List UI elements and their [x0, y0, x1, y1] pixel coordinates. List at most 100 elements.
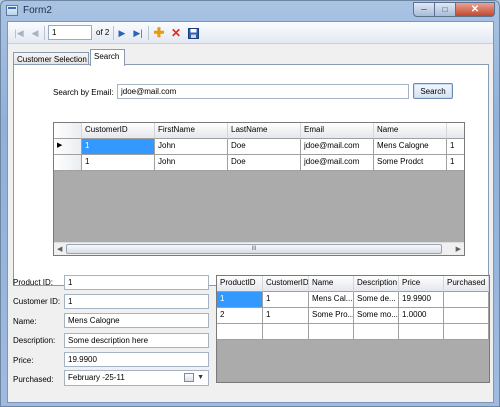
window-title: Form2 — [23, 5, 52, 16]
table-cell[interactable] — [217, 324, 263, 340]
table-row[interactable]: 2 1 Some Pro... Some mo... 1.0000 — [217, 308, 489, 324]
row-header[interactable]: ▶ — [54, 139, 82, 155]
minimize-button[interactable]: ─ — [413, 2, 435, 17]
new-row[interactable] — [217, 324, 489, 340]
table-cell[interactable] — [399, 324, 444, 340]
row-header-corner[interactable] — [54, 123, 82, 139]
table-cell[interactable]: Some mo... — [354, 308, 399, 324]
column-header[interactable]: Description — [354, 276, 399, 292]
table-cell[interactable] — [309, 324, 354, 340]
delete-button[interactable]: ✕ — [170, 26, 182, 40]
table-row[interactable]: 1 John Doe jdoe@mail.com Some Prodct 1 — [54, 155, 464, 171]
toolbar-separator — [148, 26, 149, 40]
save-button[interactable] — [187, 26, 199, 40]
column-header[interactable]: LastName — [228, 123, 301, 139]
table-cell[interactable] — [444, 324, 489, 340]
search-button[interactable]: Search — [413, 83, 453, 99]
column-header[interactable]: Name — [374, 123, 447, 139]
table-cell[interactable]: Mens Cal... — [309, 292, 354, 308]
calendar-icon[interactable] — [184, 373, 194, 382]
grid-header-row: CustomerID FirstName LastName Email Name — [54, 123, 464, 139]
product-id-field[interactable]: 1 — [64, 275, 209, 290]
horizontal-scrollbar[interactable]: ◀ III ▶ — [54, 242, 464, 255]
binding-navigator: |◀ ◀ 1 of 2 ▶ ▶| ✚ ✕ — [8, 22, 493, 44]
table-cell[interactable]: John — [155, 155, 228, 171]
description-label: Description: — [13, 336, 56, 345]
move-last-button[interactable]: ▶| — [132, 26, 144, 40]
table-cell[interactable]: 1 — [263, 292, 309, 308]
table-cell[interactable]: 1 — [217, 292, 263, 308]
table-cell[interactable]: 1.0000 — [399, 308, 444, 324]
current-row-icon: ▶ — [57, 142, 63, 149]
column-header[interactable]: ProductID — [217, 276, 263, 292]
table-cell[interactable]: 19.9900 — [399, 292, 444, 308]
product-id-label: Product ID: — [13, 278, 54, 287]
customer-id-label: Customer ID: — [13, 297, 61, 306]
maximize-button[interactable]: □ — [434, 2, 456, 17]
table-cell[interactable] — [354, 324, 399, 340]
column-header[interactable]: Purchased — [444, 276, 489, 292]
scroll-thumb[interactable]: III — [66, 244, 442, 254]
table-cell[interactable]: 1 — [82, 155, 155, 171]
table-row[interactable]: ▶ 1 John Doe jdoe@mail.com Mens Calogne … — [54, 139, 464, 155]
table-cell[interactable]: 2 — [217, 308, 263, 324]
table-cell[interactable] — [444, 308, 489, 324]
move-first-icon: |◀ — [14, 27, 24, 38]
name-field[interactable]: Mens Calogne — [64, 313, 209, 328]
add-new-button[interactable]: ✚ — [153, 25, 165, 40]
search-by-email-label: Search by Email: — [53, 88, 114, 97]
column-header[interactable]: Email — [301, 123, 374, 139]
price-field[interactable]: 19.9900 — [64, 352, 209, 367]
form-client-area: |◀ ◀ 1 of 2 ▶ ▶| ✚ ✕ Customer Selection … — [7, 21, 494, 403]
table-cell[interactable]: 1 — [447, 139, 464, 155]
count-label: of 2 — [96, 28, 110, 37]
table-row[interactable]: 1 1 Mens Cal... Some de... 19.9900 — [217, 292, 489, 308]
form-window: Form2 ─ □ ✕ |◀ ◀ 1 of 2 ▶ ▶| ✚ ✕ Custome… — [0, 0, 500, 407]
search-email-input[interactable]: jdoe@mail.com — [117, 84, 409, 99]
move-previous-button[interactable]: ◀ — [30, 26, 40, 40]
table-cell[interactable]: Some de... — [354, 292, 399, 308]
move-last-icon: ▶| — [133, 27, 143, 38]
column-header[interactable]: CustomerID — [82, 123, 155, 139]
close-icon: ✕ — [470, 4, 480, 15]
table-cell[interactable]: 1 — [263, 308, 309, 324]
table-cell[interactable] — [263, 324, 309, 340]
table-cell[interactable]: John — [155, 139, 228, 155]
grid-header-row: ProductID CustomerID Name Description Pr… — [217, 276, 489, 292]
row-header[interactable] — [54, 155, 82, 171]
table-cell[interactable]: jdoe@mail.com — [301, 155, 374, 171]
purchased-date-picker[interactable]: February -25-11 ▼ — [64, 370, 209, 386]
close-button[interactable]: ✕ — [455, 2, 495, 17]
table-cell[interactable]: Doe — [228, 155, 301, 171]
table-cell[interactable]: jdoe@mail.com — [301, 139, 374, 155]
table-cell[interactable]: 1 — [82, 139, 155, 155]
column-header[interactable]: CustomerID — [263, 276, 309, 292]
table-cell[interactable]: 1 — [447, 155, 464, 171]
table-cell[interactable] — [444, 292, 489, 308]
toolbar-separator — [44, 26, 45, 40]
tab-search[interactable]: Search — [90, 49, 125, 66]
move-next-button[interactable]: ▶ — [117, 26, 127, 40]
chevron-down-icon[interactable]: ▼ — [197, 374, 204, 381]
column-header[interactable] — [447, 123, 464, 139]
column-header[interactable]: Name — [309, 276, 354, 292]
description-field[interactable]: Some description here — [64, 333, 209, 348]
window-controls: ─ □ ✕ — [413, 2, 495, 18]
column-header[interactable]: Price — [399, 276, 444, 292]
maximize-icon: □ — [442, 5, 448, 14]
move-previous-icon: ◀ — [31, 27, 39, 38]
scroll-right-icon[interactable]: ▶ — [456, 245, 461, 253]
move-first-button[interactable]: |◀ — [13, 26, 25, 40]
column-header[interactable]: FirstName — [155, 123, 228, 139]
customer-id-field[interactable]: 1 — [64, 294, 209, 309]
table-cell[interactable]: Doe — [228, 139, 301, 155]
table-cell[interactable]: Some Pro... — [309, 308, 354, 324]
table-cell[interactable]: Some Prodct — [374, 155, 447, 171]
title-bar[interactable]: Form2 ─ □ ✕ — [1, 1, 499, 21]
app-icon — [6, 5, 18, 16]
minimize-icon: ─ — [421, 5, 427, 14]
scroll-left-icon[interactable]: ◀ — [57, 245, 62, 253]
purchased-date-value: February -25-11 — [68, 373, 125, 382]
position-input[interactable]: 1 — [48, 25, 92, 40]
table-cell[interactable]: Mens Calogne — [374, 139, 447, 155]
